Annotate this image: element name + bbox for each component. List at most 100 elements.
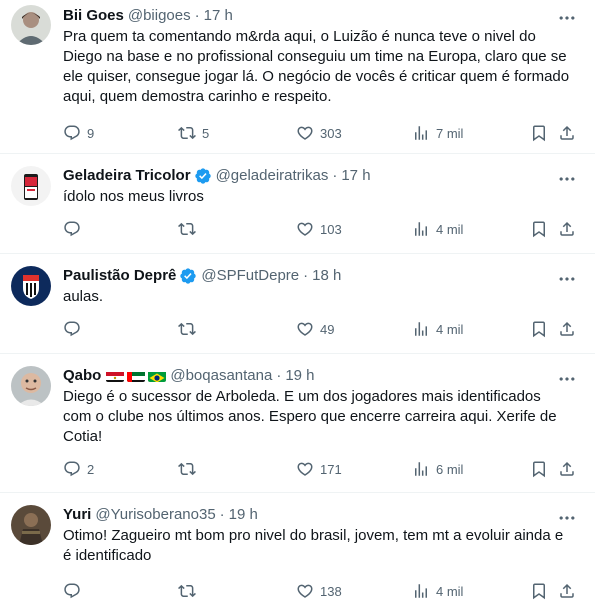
view-count: 4 mil: [436, 221, 464, 237]
like-button[interactable]: 171: [296, 460, 342, 478]
avatar[interactable]: [11, 505, 51, 545]
views-icon: [412, 460, 430, 478]
reply-feed: Bii Goes @biigoes · 17 h Pra quem ta com…: [0, 0, 595, 611]
share-icon: [558, 320, 576, 338]
avatar[interactable]: [11, 366, 51, 406]
tweet[interactable]: Qabo @boqasantana · 19 h Diego é o suces…: [0, 354, 595, 493]
share-button[interactable]: [558, 320, 576, 338]
bookmark-icon: [530, 582, 548, 600]
views-button[interactable]: 6 mil: [412, 460, 463, 478]
timestamp[interactable]: 19 h: [285, 366, 314, 386]
retweet-icon: [178, 320, 196, 338]
retweet-button[interactable]: [178, 320, 202, 338]
views-button[interactable]: 7 mil: [412, 124, 463, 142]
username[interactable]: @boqasantana: [170, 366, 272, 386]
more-icon: [557, 169, 577, 189]
display-name[interactable]: Paulistão Deprê: [63, 266, 176, 286]
heart-icon: [296, 320, 314, 338]
timestamp[interactable]: 17 h: [341, 166, 370, 186]
retweet-button[interactable]: [178, 220, 202, 238]
like-button[interactable]: 49: [296, 320, 334, 338]
display-name[interactable]: Qabo: [63, 366, 101, 386]
avatar[interactable]: [11, 166, 51, 206]
avatar[interactable]: [11, 5, 51, 45]
bookmark-icon: [530, 320, 548, 338]
tweet-header: Geladeira Tricolor @geladeiratrikas · 17…: [63, 154, 581, 186]
like-count: 49: [320, 321, 335, 337]
heart-icon: [296, 220, 314, 238]
more-options-button[interactable]: [557, 169, 577, 189]
views-button[interactable]: 4 mil: [412, 220, 463, 238]
reply-button[interactable]: 9: [63, 124, 94, 142]
timestamp[interactable]: 17 h: [204, 6, 233, 26]
username[interactable]: @geladeiratrikas: [216, 166, 329, 186]
share-button[interactable]: [558, 220, 576, 238]
bookmark-button[interactable]: [530, 460, 548, 478]
timestamp[interactable]: 19 h: [229, 505, 258, 525]
retweet-icon: [178, 124, 196, 142]
separator-dot: ·: [332, 167, 338, 184]
bookmark-button[interactable]: [530, 582, 548, 600]
tweet[interactable]: Yuri @Yurisoberano35 · 19 h Otimo! Zague…: [0, 493, 595, 611]
tweet[interactable]: Paulistão Deprê @SPFutDepre · 18 h aulas…: [0, 254, 595, 354]
views-icon: [412, 220, 430, 238]
heart-icon: [296, 460, 314, 478]
like-count: 138: [320, 583, 342, 599]
display-name[interactable]: Geladeira Tricolor: [63, 166, 191, 186]
retweet-button[interactable]: [178, 582, 202, 600]
tweet[interactable]: Geladeira Tricolor @geladeiratrikas · 17…: [0, 154, 595, 254]
verified-badge-icon: [194, 167, 212, 185]
display-name[interactable]: Yuri: [63, 505, 91, 525]
brazil-flag-icon: [148, 370, 167, 382]
more-options-button[interactable]: [557, 508, 577, 528]
display-name[interactable]: Bii Goes: [63, 6, 124, 26]
tweet[interactable]: Bii Goes @biigoes · 17 h Pra quem ta com…: [0, 0, 595, 154]
verified-badge-icon: [179, 267, 197, 285]
bookmark-icon: [530, 460, 548, 478]
reply-button[interactable]: [63, 582, 87, 600]
avatar[interactable]: [11, 266, 51, 306]
share-button[interactable]: [558, 582, 576, 600]
retweet-button[interactable]: [178, 460, 202, 478]
views-button[interactable]: 4 mil: [412, 582, 463, 600]
more-options-button[interactable]: [557, 369, 577, 389]
view-count: 6 mil: [436, 461, 464, 477]
tweet-text: ídolo nos meus livros: [63, 188, 204, 205]
bookmark-button[interactable]: [530, 220, 548, 238]
reply-icon: [63, 124, 81, 142]
reply-button[interactable]: [63, 320, 87, 338]
bookmark-button[interactable]: [530, 124, 548, 142]
share-button[interactable]: [558, 460, 576, 478]
like-button[interactable]: 303: [296, 124, 342, 142]
action-bar: 49 4 mil: [63, 319, 581, 339]
reply-count: 9: [87, 125, 95, 141]
view-count: 4 mil: [436, 321, 464, 337]
like-count: 171: [320, 461, 342, 477]
like-button[interactable]: 103: [296, 220, 342, 238]
bookmark-icon: [530, 124, 548, 142]
username[interactable]: @SPFutDepre: [201, 266, 299, 286]
separator-dot: ·: [219, 506, 225, 523]
like-button[interactable]: 138: [296, 582, 342, 600]
username[interactable]: @Yurisoberano35: [95, 505, 215, 525]
share-button[interactable]: [558, 124, 576, 142]
retweet-button[interactable]: 5: [178, 124, 209, 142]
retweet-icon: [178, 460, 196, 478]
timestamp[interactable]: 18 h: [312, 266, 341, 286]
bookmark-icon: [530, 220, 548, 238]
views-button[interactable]: 4 mil: [412, 320, 463, 338]
reply-button[interactable]: 2: [63, 460, 94, 478]
tweet-header: Qabo @boqasantana · 19 h: [63, 354, 581, 386]
more-options-button[interactable]: [557, 269, 577, 289]
more-options-button[interactable]: [557, 8, 577, 28]
share-icon: [558, 220, 576, 238]
more-icon: [557, 369, 577, 389]
username[interactable]: @biigoes: [128, 6, 191, 26]
bookmark-button[interactable]: [530, 320, 548, 338]
reply-button[interactable]: [63, 220, 87, 238]
heart-icon: [296, 582, 314, 600]
retweet-icon: [178, 220, 196, 238]
share-icon: [558, 582, 576, 600]
egypt-flag-icon: [106, 370, 125, 382]
reply-icon: [63, 220, 81, 238]
